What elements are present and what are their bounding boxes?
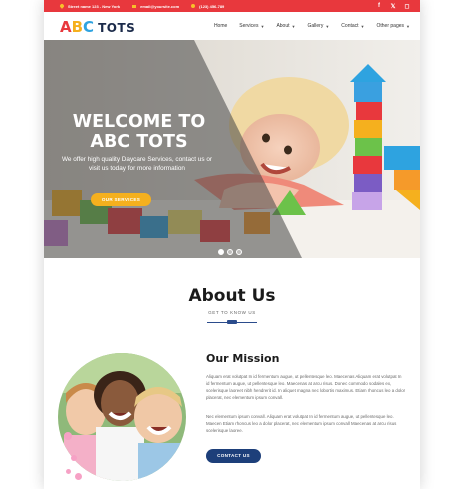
logo-letter-a: A: [60, 17, 72, 36]
decorative-bubble: [75, 473, 82, 480]
address-text: Street name 123 - New York: [68, 3, 121, 9]
our-services-button[interactable]: OUR SERVICES: [91, 193, 151, 206]
main-nav: Home Services ▼ About ▼ Gallery ▼ Contact ▼ …: [214, 23, 410, 29]
logo-letter-b: B: [71, 17, 84, 36]
email-info[interactable]: email@yoursite.com: [132, 4, 179, 9]
chevron-down-icon: ▼: [291, 23, 296, 29]
decorative-bubble: [66, 469, 71, 474]
slider-dot-1[interactable]: [218, 249, 224, 255]
mission-photo: [58, 353, 186, 481]
chevron-down-icon: ▼: [325, 23, 330, 29]
decorative-bubble: [64, 432, 72, 440]
nav-gallery[interactable]: Gallery ▼: [307, 23, 329, 29]
nav-services[interactable]: Services ▼: [239, 23, 264, 29]
nav-about-label: About: [276, 23, 290, 29]
nav-home-label: Home: [213, 23, 228, 29]
about-subtitle: GET TO KNOW US: [208, 310, 256, 315]
social-links: f 𝕏 ◻: [376, 3, 410, 10]
logo-abc: ABC: [60, 17, 94, 36]
slider-dots: [218, 249, 242, 255]
hero-title-line1: WELCOME TO: [72, 112, 206, 132]
children-photo: [58, 353, 186, 481]
nav-gallery-label: Gallery: [307, 23, 324, 29]
nav-services-label: Services: [239, 23, 259, 29]
nav-contact[interactable]: Contact ▼: [341, 23, 364, 29]
hero-slider: WELCOME TO ABC TOTS We offer high qualit…: [44, 40, 420, 258]
facebook-icon[interactable]: f: [376, 3, 382, 10]
chevron-down-icon: ▼: [260, 23, 265, 29]
mission-paragraph-1: Aliquam erat volutpat In id fermentum au…: [206, 374, 406, 400]
top-bar: Street name 123 - New York email@yoursit…: [44, 0, 420, 12]
hero-title-line2: ABC TOTS: [90, 132, 188, 152]
nav-other-pages[interactable]: Other pages ▼: [377, 23, 411, 29]
instagram-icon[interactable]: ◻: [404, 3, 410, 10]
logo-word: TOTS: [98, 20, 136, 35]
logo-letter-c: C: [83, 17, 95, 36]
email-text[interactable]: email@yoursite.com: [140, 4, 179, 9]
location-pin-icon: [59, 3, 65, 9]
contact-us-button[interactable]: CONTACT US: [206, 449, 261, 463]
nav-about[interactable]: About ▼: [276, 23, 295, 29]
site-header: ABC TOTS Home Services ▼ About ▼ Gallery ▼ …: [44, 12, 420, 40]
chevron-down-icon: ▼: [406, 23, 410, 29]
mission-title: Our Mission: [206, 352, 280, 365]
address-info: Street name 123 - New York: [59, 3, 121, 9]
nav-home[interactable]: Home: [214, 23, 227, 29]
site-logo[interactable]: ABC TOTS: [60, 17, 135, 36]
slider-dot-2[interactable]: [227, 249, 233, 255]
envelope-icon: [132, 4, 137, 8]
mission-paragraph-2: Nec elementum ipsum convall. Aliquam era…: [206, 414, 397, 433]
hero-title: WELCOME TO ABC TOTS: [62, 112, 216, 152]
hero-text: We offer high quality Daycare Services, …: [61, 156, 212, 172]
crayon-icon: [227, 320, 237, 324]
nav-contact-label: Contact: [341, 23, 359, 29]
decorative-bubble: [71, 455, 77, 461]
phone-text[interactable]: (123) 456-789: [199, 4, 224, 9]
phone-info[interactable]: (123) 456-789: [191, 4, 224, 9]
chevron-down-icon: ▼: [360, 23, 365, 29]
slider-dot-3[interactable]: [236, 249, 242, 255]
nav-other-pages-label: Other pages: [376, 23, 405, 29]
page-frame: Street name 123 - New York email@yoursit…: [44, 0, 420, 489]
about-title: About Us: [188, 286, 276, 306]
phone-icon: [191, 4, 196, 8]
twitter-icon[interactable]: 𝕏: [390, 3, 396, 10]
